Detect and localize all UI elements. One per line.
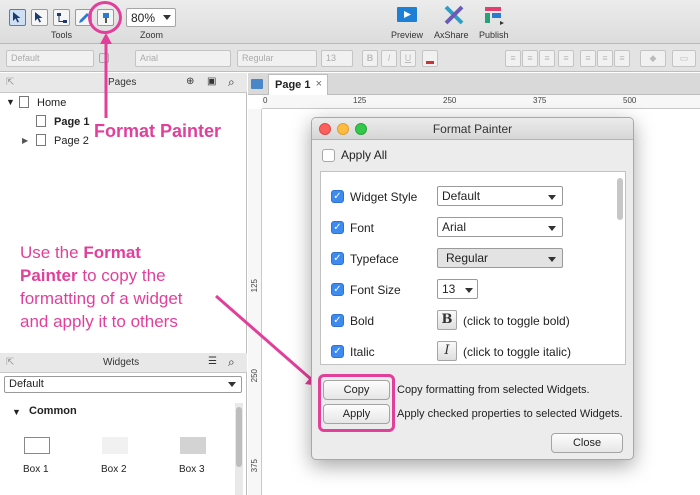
chevron-down-icon xyxy=(548,195,556,200)
apply-description: Apply checked properties to selected Wid… xyxy=(397,408,623,420)
dropdown-value: Default xyxy=(442,189,481,203)
property-label: Widget Style xyxy=(350,190,418,204)
property-hint: (click to toggle bold) xyxy=(463,314,570,328)
callout-text-bold: Format xyxy=(83,243,141,262)
format-painter-callout: Format Painter xyxy=(94,121,222,141)
property-label: Italic xyxy=(350,345,375,359)
apply-button[interactable]: Apply xyxy=(323,404,390,424)
property-hint: (click to toggle italic) xyxy=(463,345,572,359)
italic-checkbox[interactable]: ✓ xyxy=(331,345,344,358)
dropdown-value: Arial xyxy=(442,220,467,234)
callout-text: formatting of a widget xyxy=(20,289,183,308)
dialog-title: Format Painter xyxy=(432,122,513,136)
property-label: Font xyxy=(350,221,375,235)
chevron-down-icon xyxy=(548,226,556,231)
apply-all-label: Apply All xyxy=(341,148,388,162)
chevron-down-icon xyxy=(465,288,473,293)
dropdown-value: 13 xyxy=(442,282,456,296)
typeface-dropdown[interactable]: Regular xyxy=(437,248,563,268)
property-label: Typeface xyxy=(350,252,399,266)
properties-list: ✓ Widget Style Default ✓ Font Arial ✓ Ty… xyxy=(320,171,626,365)
font-size-dropdown[interactable]: 13 xyxy=(437,279,478,299)
window-zoom-button[interactable] xyxy=(355,123,367,135)
copy-description: Copy formatting from selected Widgets. xyxy=(397,384,590,396)
dropdown-value: Regular xyxy=(446,251,489,265)
instruction-callout: Use the Format Painter to copy the forma… xyxy=(20,241,246,333)
properties-scrollbar[interactable] xyxy=(617,178,623,220)
property-label: Font Size xyxy=(350,283,401,297)
chevron-down-icon xyxy=(548,257,556,262)
property-label: Bold xyxy=(350,314,375,328)
close-button[interactable]: Close xyxy=(551,433,623,453)
bold-checkbox[interactable]: ✓ xyxy=(331,314,344,327)
bold-toggle-button[interactable]: B xyxy=(437,310,457,330)
callout-text: Use the xyxy=(20,243,84,262)
font-checkbox[interactable]: ✓ xyxy=(331,221,344,234)
window-close-button[interactable] xyxy=(319,123,331,135)
apply-all-checkbox[interactable] xyxy=(322,149,335,162)
format-painter-dialog: Format Painter Apply All ✓ Widget Style … xyxy=(311,117,634,460)
italic-toggle-button[interactable]: I xyxy=(437,341,457,361)
callout-text-bold: Painter xyxy=(20,266,78,285)
font-dropdown[interactable]: Arial xyxy=(437,217,563,237)
widget-style-dropdown[interactable]: Default xyxy=(437,186,563,206)
callout-text: and apply it to others xyxy=(20,312,178,331)
window-minimize-button[interactable] xyxy=(337,123,349,135)
callout-text: to copy the xyxy=(77,266,166,285)
arrowhead xyxy=(100,33,112,44)
widget-style-checkbox[interactable]: ✓ xyxy=(331,190,344,203)
copy-button[interactable]: Copy xyxy=(323,380,390,400)
font-size-checkbox[interactable]: ✓ xyxy=(331,283,344,296)
typeface-checkbox[interactable]: ✓ xyxy=(331,252,344,265)
